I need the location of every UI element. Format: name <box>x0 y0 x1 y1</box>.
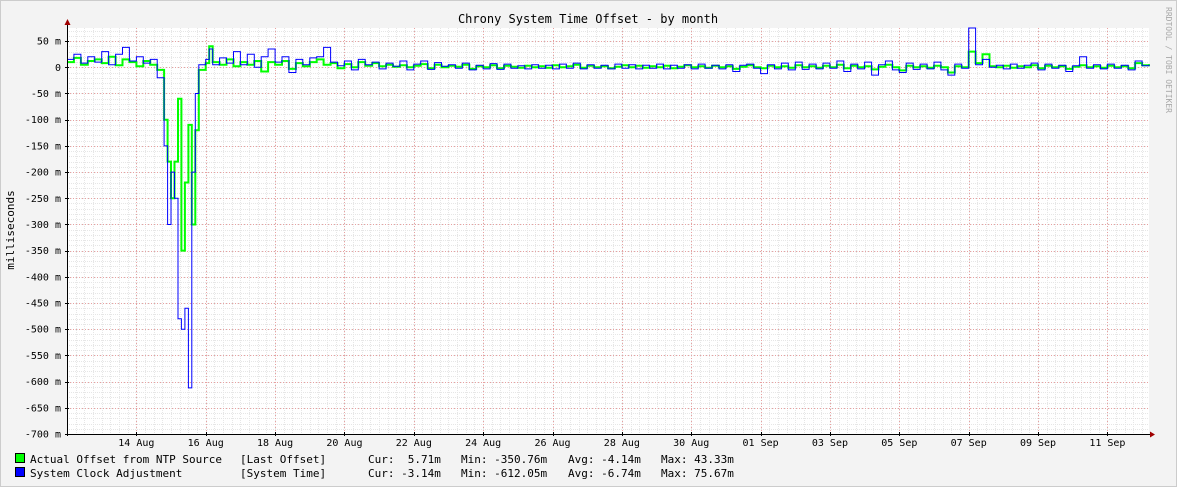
legend-min: Min: -350.76m <box>461 453 547 466</box>
legend-swatch <box>15 453 25 463</box>
y-tick-label: -550 m <box>25 351 61 362</box>
y-tick-label: 0 <box>55 63 61 74</box>
x-tick-label: 20 Aug <box>326 438 362 449</box>
legend-source: [Last Offset] <box>240 453 326 466</box>
legend-swatch <box>15 467 25 477</box>
x-tick-label: 05 Sep <box>881 438 917 449</box>
y-tick-label: -250 m <box>25 194 61 205</box>
y-tick-label: -100 m <box>25 115 61 126</box>
x-tick-label: 16 Aug <box>188 438 224 449</box>
rrdtool-watermark: RRDTOOL / TOBI OETIKER <box>1164 7 1173 113</box>
y-tick-label: -150 m <box>25 141 61 152</box>
y-tick-label: -600 m <box>25 377 61 388</box>
legend-name: Actual Offset from NTP Source <box>30 453 222 466</box>
legend-source: [System Time] <box>240 467 326 480</box>
legend-avg: Avg: -6.74m <box>568 467 641 480</box>
x-tick-label: 11 Sep <box>1089 438 1125 449</box>
y-tick-label: -700 m <box>25 430 61 441</box>
x-tick-label: 22 Aug <box>396 438 432 449</box>
y-tick-label: -300 m <box>25 220 61 231</box>
y-tick-label: -50 m <box>31 89 61 100</box>
x-tick-label: 28 Aug <box>604 438 640 449</box>
y-tick-label: -500 m <box>25 325 61 336</box>
chart-title: Chrony System Time Offset - by month <box>458 12 718 26</box>
legend: Actual Offset from NTP Source [Last Offse… <box>15 453 734 480</box>
legend-avg: Avg: -4.14m <box>568 453 641 466</box>
x-tick-label: 30 Aug <box>673 438 709 449</box>
chart-canvas: 50 m 0 -50 m -100 m -150 m -200 m -250 m -300 m… <box>0 0 1177 487</box>
y-tick-label: -400 m <box>25 272 61 283</box>
y-tick-label: -350 m <box>25 246 61 257</box>
x-tick-label: 09 Sep <box>1020 438 1056 449</box>
legend-name: System Clock Adjustment <box>30 467 222 480</box>
y-tick-label: -650 m <box>25 403 61 414</box>
x-tick-label: 07 Sep <box>951 438 987 449</box>
y-axis-label: milliseconds <box>4 190 17 269</box>
x-tick-label: 03 Sep <box>812 438 848 449</box>
y-tick-label: -450 m <box>25 299 61 310</box>
y-tick-label: 50 m <box>37 37 61 48</box>
x-tick-label: 14 Aug <box>118 438 154 449</box>
legend-max: Max: 75.67m <box>661 467 734 480</box>
legend-cur: Cur: -3.14m <box>368 467 441 480</box>
x-tick-label: 24 Aug <box>465 438 501 449</box>
graph-image: 50 m 0 -50 m -100 m -150 m -200 m -250 m -300 m… <box>0 0 1177 487</box>
y-tick-label: -200 m <box>25 168 61 179</box>
legend-max: Max: 43.33m <box>661 453 734 466</box>
x-tick-label: 18 Aug <box>257 438 293 449</box>
legend-min: Min: -612.05m <box>461 467 547 480</box>
legend-cur: Cur: 5.71m <box>368 453 441 466</box>
x-tick-label: 26 Aug <box>534 438 570 449</box>
x-tick-label: 01 Sep <box>743 438 779 449</box>
